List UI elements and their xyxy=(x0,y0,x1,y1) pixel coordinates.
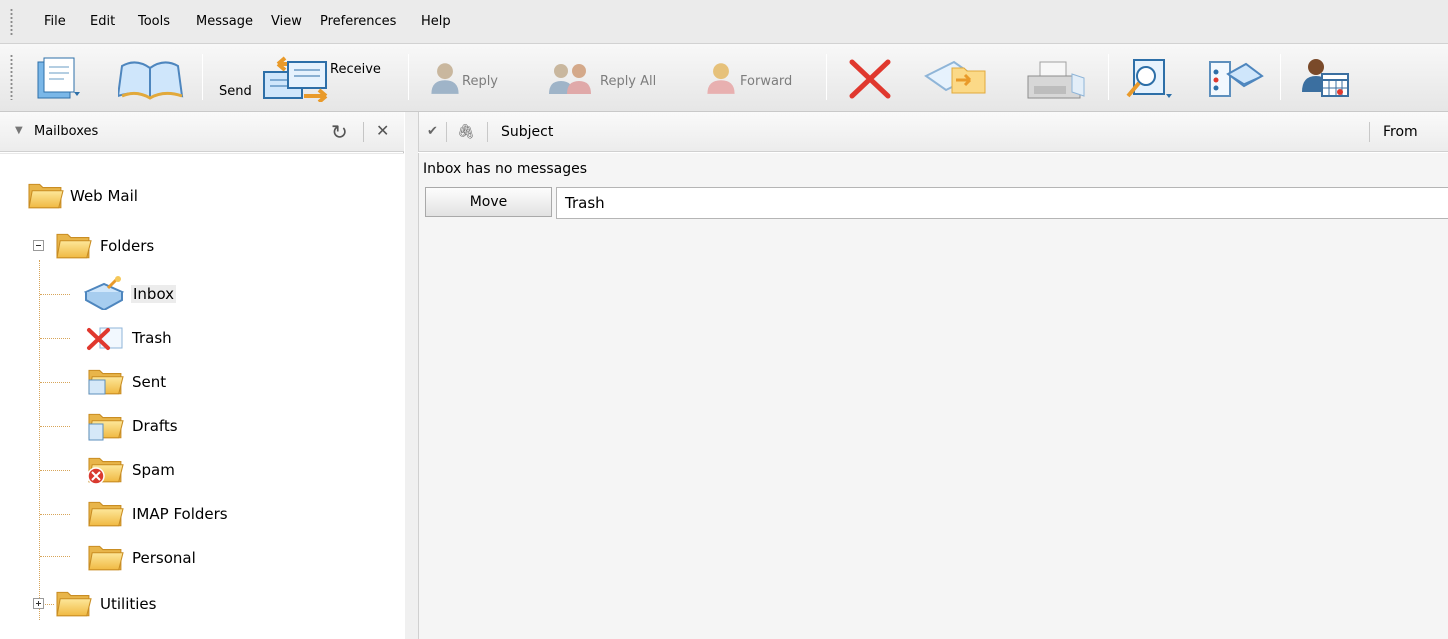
search-button[interactable] xyxy=(1118,50,1188,106)
menu-help[interactable]: Help xyxy=(421,14,451,29)
spam-folder-icon xyxy=(87,457,124,485)
menu-tools[interactable]: Tools xyxy=(138,14,170,29)
delete-button[interactable] xyxy=(838,50,902,106)
close-icon[interactable]: ✕ xyxy=(376,121,389,140)
calendar-user-button[interactable] xyxy=(1292,50,1362,106)
menubar: File Edit Tools Message View Preferences… xyxy=(0,0,1448,44)
folder-open-icon xyxy=(28,183,64,209)
menu-message[interactable]: Message xyxy=(196,14,253,29)
send-receive-button[interactable]: Send Receive xyxy=(212,50,397,106)
reply-all-button[interactable]: Reply All xyxy=(540,50,680,106)
tree-item-drafts[interactable]: Drafts xyxy=(86,408,226,444)
from-column-header[interactable]: From xyxy=(1383,124,1418,140)
panel-splitter[interactable] xyxy=(405,112,418,639)
refresh-icon[interactable]: ↻ xyxy=(331,120,348,144)
sent-folder-icon xyxy=(88,369,124,395)
folder-icon xyxy=(88,545,124,571)
menu-file[interactable]: File xyxy=(44,14,66,29)
send-label: Send xyxy=(219,84,252,99)
folder-icon xyxy=(88,501,124,527)
mailboxes-title: Mailboxes xyxy=(34,124,99,139)
move-message-icon xyxy=(924,60,986,94)
tree-label-drafts: Drafts xyxy=(132,417,178,435)
tree-item-imap-folders[interactable]: IMAP Folders xyxy=(86,496,286,532)
move-message-button[interactable] xyxy=(916,50,996,106)
tree-label-inbox: Inbox xyxy=(131,285,177,303)
tree-label-imap-folders: IMAP Folders xyxy=(132,505,228,523)
forward-button[interactable]: Forward xyxy=(700,50,814,106)
reply-label: Reply xyxy=(462,74,499,89)
reply-icon xyxy=(431,63,459,94)
tree-item-sent[interactable]: Sent xyxy=(86,364,226,400)
tree-item-personal[interactable]: Personal xyxy=(86,540,286,576)
empty-inbox-message: Inbox has no messages xyxy=(423,161,588,177)
message-filter-button[interactable] xyxy=(1202,50,1272,106)
tree-label-utilities: Utilities xyxy=(100,595,157,613)
subject-column-header[interactable]: Subject xyxy=(501,124,553,140)
tree-item-trash[interactable]: Trash xyxy=(86,320,226,356)
message-list: Inbox has no messages Move Trash xyxy=(418,153,1448,639)
tree-item-web-mail[interactable]: Web Mail xyxy=(26,178,226,214)
attachment-column-icon[interactable]: 🖇 xyxy=(457,124,475,140)
address-book-icon xyxy=(118,61,184,100)
tree-item-utilities[interactable]: Utilities xyxy=(54,586,254,622)
mailbox-tree: Web Mail Folders Inbox Trash Sent Drafts… xyxy=(0,153,404,639)
tree-item-spam[interactable]: Spam xyxy=(86,452,226,488)
tree-item-folders[interactable]: Folders xyxy=(54,228,254,264)
print-icon xyxy=(1027,61,1085,99)
folder-open-icon xyxy=(56,233,92,259)
tree-label-spam: Spam xyxy=(132,461,175,479)
forward-icon xyxy=(707,63,735,94)
search-icon xyxy=(1126,59,1172,98)
print-button[interactable] xyxy=(1014,50,1098,106)
menubar-grip[interactable] xyxy=(10,8,13,36)
menu-edit[interactable]: Edit xyxy=(90,14,115,29)
toolbar-grip[interactable] xyxy=(10,54,13,100)
forward-label: Forward xyxy=(740,74,793,89)
menu-preferences[interactable]: Preferences xyxy=(320,14,396,29)
tree-label-personal: Personal xyxy=(132,549,196,567)
message-filter-icon xyxy=(1209,61,1264,97)
drafts-folder-icon xyxy=(88,413,124,441)
receive-label: Receive xyxy=(330,62,381,77)
collapse-triangle-icon[interactable]: ▼ xyxy=(15,125,23,136)
address-book-button[interactable] xyxy=(110,50,190,106)
folder-icon xyxy=(56,591,92,617)
trash-icon xyxy=(87,327,123,350)
folders-collapse-toggle[interactable] xyxy=(33,240,44,251)
tree-item-inbox[interactable]: Inbox xyxy=(84,276,224,312)
message-list-header: ✔ 🖇 Subject From xyxy=(418,112,1448,152)
checkmark-column-icon[interactable]: ✔ xyxy=(427,124,438,139)
mailboxes-panel: ▼ Mailboxes ↻ ✕ Web Mail Folders Inbox T… xyxy=(0,112,404,639)
reply-all-label: Reply All xyxy=(600,74,657,89)
move-target-folder-select[interactable]: Trash xyxy=(556,187,1448,219)
move-button[interactable]: Move xyxy=(425,187,552,217)
mailboxes-header: ▼ Mailboxes ↻ ✕ xyxy=(0,112,404,152)
tree-label-web-mail: Web Mail xyxy=(70,187,138,205)
inbox-icon xyxy=(84,276,125,310)
utilities-expand-toggle[interactable] xyxy=(33,598,44,609)
calendar-user-icon xyxy=(1302,59,1349,97)
new-message-button[interactable] xyxy=(28,50,98,106)
menu-view[interactable]: View xyxy=(271,14,302,29)
new-message-icon xyxy=(37,57,80,99)
reply-button[interactable]: Reply xyxy=(424,50,524,106)
delete-icon xyxy=(849,59,891,99)
reply-all-icon xyxy=(549,64,591,94)
tree-label-folders: Folders xyxy=(100,237,155,255)
tree-label-trash: Trash xyxy=(132,329,172,347)
send-receive-icon xyxy=(263,56,328,102)
toolbar: Send Receive Reply Reply All Forward xyxy=(0,44,1448,112)
tree-label-sent: Sent xyxy=(132,373,167,391)
